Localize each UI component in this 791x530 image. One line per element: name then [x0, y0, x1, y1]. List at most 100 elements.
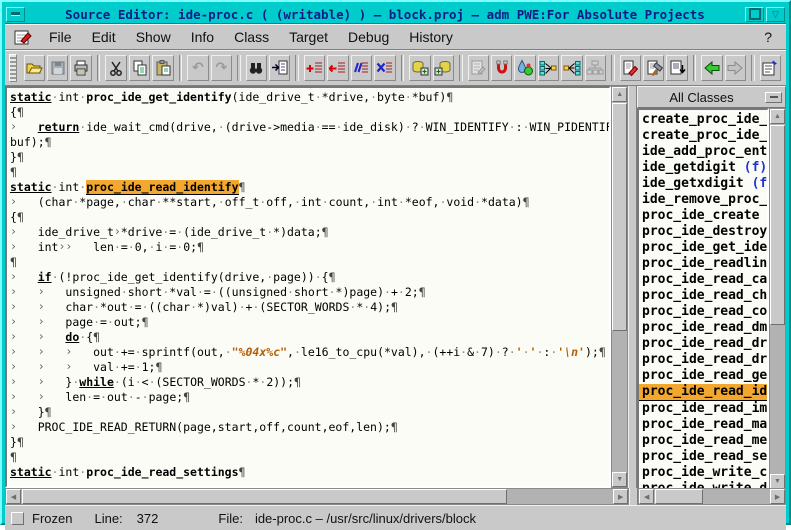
menu-class[interactable]: Class	[224, 27, 279, 47]
colorize-button[interactable]	[514, 55, 535, 81]
log-document-button[interactable]	[666, 55, 687, 81]
class-list-item[interactable]: proc_ide_read_mat	[639, 417, 767, 433]
undo-button[interactable]: ↶	[187, 55, 208, 81]
classes-panel-header[interactable]: All Classes	[637, 86, 786, 108]
edit-form-button[interactable]	[468, 55, 489, 81]
class-list-item[interactable]: proc_ide_readlink	[639, 256, 767, 272]
scroll-right-button[interactable]: ▶	[770, 489, 785, 504]
indent-decrease-button[interactable]	[327, 55, 348, 81]
class-list-item[interactable]: proc_ide_read_dri	[639, 352, 767, 368]
code-area[interactable]: static·int·proc_ide_get_identify(ide_dri…	[5, 86, 611, 488]
list-hscroll-thumb[interactable]	[655, 489, 703, 504]
list-vertical-scrollbar[interactable]: ▲ ▼	[769, 108, 786, 490]
menu-help[interactable]: ?	[754, 27, 780, 47]
list-vscroll-thumb[interactable]	[770, 125, 785, 325]
code-line[interactable]: if·(!proc_ide_get_identify(drive,·page))…	[10, 270, 609, 285]
class-list-item[interactable]: proc_ide_read_dri	[639, 336, 767, 352]
copy-to-database-button[interactable]	[409, 55, 430, 81]
editor-horizontal-scrollbar[interactable]: ◀ ▶	[5, 488, 629, 505]
scroll-down-button[interactable]: ▼	[612, 472, 627, 487]
code-line[interactable]: ¶	[10, 450, 609, 465]
cut-button[interactable]	[105, 55, 126, 81]
class-list-item[interactable]: ide_getdigit (f)	[639, 160, 767, 176]
code-line[interactable]: return·ide_wait_cmd(drive,·(drive->media…	[10, 120, 609, 135]
add-from-database-button[interactable]	[433, 55, 454, 81]
code-line[interactable]: PROC_IDE_READ_RETURN(page,start,off,coun…	[10, 420, 609, 435]
properties-button[interactable]	[760, 55, 781, 81]
code-line[interactable]: static·int·proc_ide_get_identify(ide_dri…	[10, 90, 609, 105]
class-list-item[interactable]: create_proc_ide_i	[639, 128, 767, 144]
code-line[interactable]: do·{¶	[10, 330, 609, 345]
frozen-toggle[interactable]	[11, 512, 24, 525]
code-line[interactable]: page·=·out;¶	[10, 315, 609, 330]
class-list-item[interactable]: proc_ide_read_med	[639, 433, 767, 449]
code-line[interactable]: unsigned·short·*val·=·((unsigned·short·*…	[10, 285, 609, 300]
code-line[interactable]: char·*out·=·((char·*)val)·+·(SECTOR_WORD…	[10, 300, 609, 315]
editor-hscroll-thumb[interactable]	[22, 489, 507, 504]
class-list-item[interactable]: proc_ide_write_co	[639, 465, 767, 481]
goto-line-button[interactable]	[269, 55, 290, 81]
code-line[interactable]: val·+=·1;¶	[10, 360, 609, 375]
class-list-item[interactable]: proc_ide_create	[639, 208, 767, 224]
class-list-item[interactable]: ide_remove_proc_e	[639, 192, 767, 208]
edit-source-button[interactable]	[620, 55, 641, 81]
scroll-down-button[interactable]: ▼	[770, 474, 785, 489]
menu-debug[interactable]: Debug	[338, 27, 399, 47]
scroll-up-button[interactable]: ▲	[612, 87, 627, 102]
editor-vscroll-thumb[interactable]	[612, 103, 627, 331]
code-line[interactable]: }¶	[10, 435, 609, 450]
class-list-item[interactable]: proc_ide_read_dme	[639, 320, 767, 336]
code-line[interactable]: }¶	[10, 150, 609, 165]
class-list-item[interactable]: proc_ide_read_cha	[639, 288, 767, 304]
find-button[interactable]	[246, 55, 267, 81]
class-list-item-selected[interactable]: proc_ide_read_ide	[639, 384, 767, 401]
code-line[interactable]: {¶	[10, 210, 609, 225]
toolbar-grip[interactable]	[9, 54, 17, 82]
menu-show[interactable]: Show	[126, 27, 181, 47]
code-line[interactable]: }·while·(i·<·(SECTOR_WORDS·*·2));¶	[10, 375, 609, 390]
menu-edit[interactable]: Edit	[82, 27, 126, 47]
open-button[interactable]	[24, 55, 45, 81]
build-button[interactable]	[643, 55, 664, 81]
pane-divider[interactable]	[628, 86, 637, 488]
tree-expand-button[interactable]	[538, 55, 559, 81]
scroll-left-button[interactable]: ◀	[639, 489, 654, 504]
code-line[interactable]: static·int·proc_ide_read_identify¶	[10, 180, 609, 195]
code-line[interactable]: out·+=·sprintf(out,·"%04x%c",·le16_to_cp…	[10, 345, 609, 360]
editor-vertical-scrollbar[interactable]: ▲ ▼	[611, 86, 628, 488]
class-list-item[interactable]: proc_ide_destroy	[639, 224, 767, 240]
menu-info[interactable]: Info	[181, 27, 224, 47]
class-list-item[interactable]: proc_ide_get_iden	[639, 240, 767, 256]
class-list-item[interactable]: proc_ide_read_cap	[639, 272, 767, 288]
class-list-item[interactable]: proc_ide_read_geo	[639, 368, 767, 384]
code-line[interactable]: ¶	[10, 165, 609, 180]
shade-button[interactable]: ▽	[766, 7, 785, 22]
magnet-button[interactable]	[491, 55, 512, 81]
navigate-back-button[interactable]	[701, 55, 722, 81]
maximize-button[interactable]	[745, 7, 764, 22]
code-line[interactable]: int len·=·0,·i·=·0;¶	[10, 240, 609, 255]
class-list-item[interactable]: proc_ide_read_set	[639, 449, 767, 465]
paste-button[interactable]	[152, 55, 173, 81]
scroll-left-button[interactable]: ◀	[6, 489, 21, 504]
class-list-item[interactable]: proc_ide_read_con	[639, 304, 767, 320]
save-button[interactable]	[47, 55, 68, 81]
tree-merge-button[interactable]	[561, 55, 582, 81]
print-button[interactable]	[70, 55, 91, 81]
code-line[interactable]: }¶	[10, 405, 609, 420]
scroll-right-button[interactable]: ▶	[613, 489, 628, 504]
copy-button[interactable]	[129, 55, 150, 81]
redo-button[interactable]: ↷	[211, 55, 232, 81]
menu-file[interactable]: File	[39, 27, 82, 47]
code-line[interactable]: len·=·out·-·page;¶	[10, 390, 609, 405]
class-list-item[interactable]: create_proc_ide_d	[639, 112, 767, 128]
navigate-forward-button[interactable]	[725, 55, 746, 81]
code-line[interactable]: {¶	[10, 105, 609, 120]
code-line[interactable]: ¶	[10, 255, 609, 270]
titlebar[interactable]: Source Editor: ide-proc.c ( (writable) )…	[5, 5, 786, 24]
class-list-item[interactable]: ide_add_proc_entr	[639, 144, 767, 160]
class-list-item[interactable]: proc_ide_read_imo	[639, 401, 767, 417]
code-line[interactable]: buf);¶	[10, 135, 609, 150]
panel-collapse-button[interactable]	[765, 92, 782, 103]
uncomment-button[interactable]	[374, 55, 395, 81]
